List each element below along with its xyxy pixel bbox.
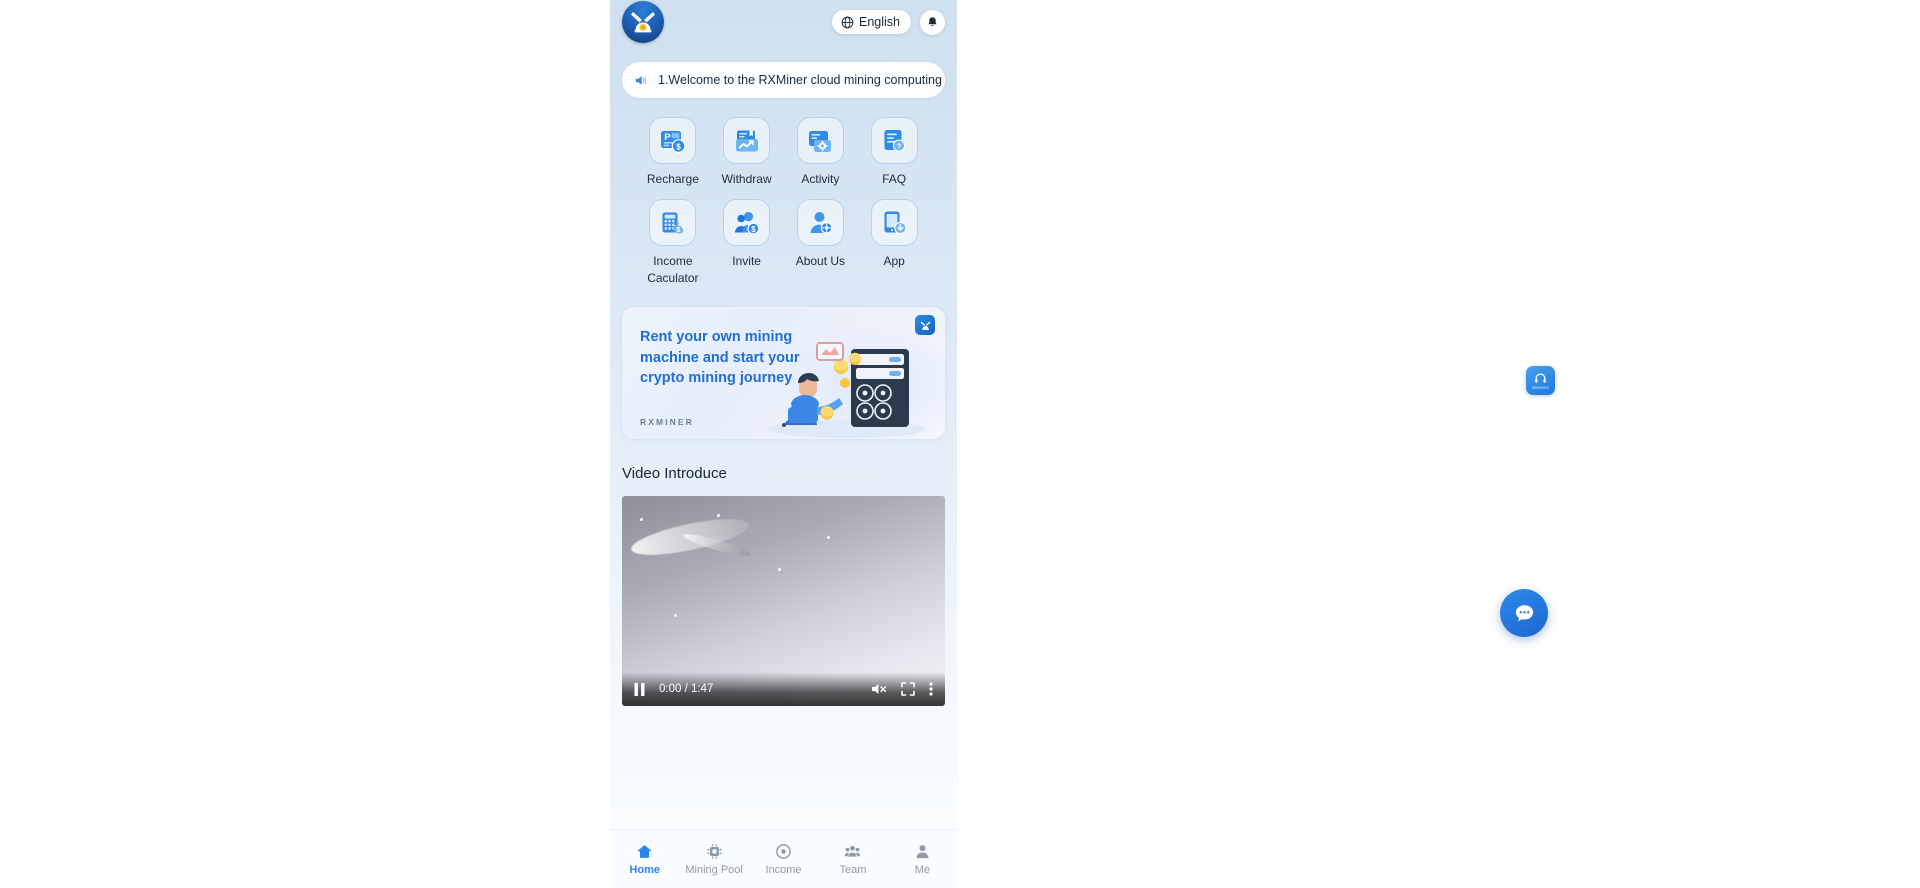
quick-action-label: About Us (795, 254, 846, 269)
announcement-bar[interactable]: 1.Welcome to the RXMiner cloud mining co… (622, 62, 945, 98)
speaker-icon (635, 75, 647, 85)
video-spark (640, 518, 643, 522)
quick-action-tile: $ (723, 199, 771, 247)
mute-button[interactable] (871, 682, 887, 696)
income-circle-icon (776, 843, 791, 859)
fullscreen-button[interactable] (901, 682, 915, 696)
team-people-icon (845, 845, 861, 857)
quick-action-label: Income Caculator (647, 254, 699, 286)
svg-text:?: ? (897, 141, 902, 150)
withdraw-chart-icon (735, 130, 758, 151)
headset-service-icon (1535, 373, 1546, 383)
nav-item-mining-pool[interactable]: Mining Pool (679, 843, 748, 876)
video-spark (827, 536, 830, 540)
video-section-title: Video Introduce (622, 465, 727, 483)
service-floating-label: SERVICE (1531, 385, 1550, 390)
nav-label: Income (765, 863, 802, 876)
video-player[interactable]: 0:00 / 1:47 (622, 496, 945, 707)
quick-action-label: Activity (801, 172, 840, 186)
screenshot-root: English 1.Welcome to the RXMiner cloud m… (0, 0, 1920, 888)
video-spark (674, 614, 677, 618)
activity-gift-icon (809, 130, 832, 152)
quick-action-tile (723, 117, 771, 164)
quick-action-faq[interactable]: ? FAQ (857, 117, 931, 188)
quick-action-label: Recharge (646, 172, 699, 186)
quick-action-tile: $ (649, 199, 697, 247)
nav-item-income[interactable]: Income (749, 843, 818, 876)
mining-rig-illustration (769, 342, 925, 439)
quick-action-recharge[interactable]: P $ Recharge (636, 117, 710, 188)
faq-document-icon: ? (884, 129, 906, 152)
fullscreen-icon (901, 682, 915, 696)
app-header: English (610, 0, 957, 44)
notification-bell-button[interactable] (920, 9, 945, 35)
video-spark (778, 568, 781, 572)
svg-text:$: $ (751, 224, 756, 233)
bottom-navigation: Home Mining Pool Income Team Me (610, 829, 957, 888)
scroll-area[interactable]: English 1.Welcome to the RXMiner cloud m… (610, 0, 957, 829)
nav-label: Me (914, 863, 930, 876)
nav-label: Team (839, 863, 867, 876)
app-logo[interactable] (622, 1, 664, 43)
person-icon (916, 844, 929, 858)
quick-action-income-calculator[interactable]: $ Income Caculator (636, 199, 710, 287)
quick-action-label: Invite (732, 254, 761, 269)
more-options-button[interactable] (929, 682, 933, 696)
muted-volume-icon (872, 684, 887, 695)
nav-item-me[interactable]: Me (888, 843, 957, 876)
svg-text:$: $ (676, 225, 680, 234)
quick-action-tile (796, 199, 844, 247)
quick-action-app[interactable]: App (857, 199, 931, 287)
header-actions: English (832, 9, 945, 35)
video-controls-bar: 0:00 / 1:47 (622, 672, 945, 707)
carousel-dot[interactable] (781, 423, 786, 428)
miner-helmet-logo-icon (631, 12, 655, 33)
language-selector[interactable]: English (832, 10, 911, 34)
promo-banner-brand: RXMINER (640, 417, 694, 428)
svg-text:$: $ (676, 142, 681, 151)
quick-action-tile: P $ (649, 117, 697, 164)
bell-icon (928, 16, 937, 26)
pause-icon (634, 682, 645, 696)
language-label: English (859, 15, 900, 29)
cpu-chip-icon (706, 843, 722, 859)
video-time: 0:00 / 1:47 (659, 683, 714, 696)
about-us-person-icon (810, 211, 833, 234)
nav-label: Mining Pool (685, 863, 743, 876)
quick-action-invite[interactable]: $ Invite (710, 199, 784, 287)
svg-text:P: P (664, 132, 671, 143)
quick-action-tile (796, 117, 844, 164)
recharge-card-dollar-icon: P $ (660, 130, 686, 153)
nav-label: Home (629, 863, 660, 876)
globe-icon (841, 16, 854, 28)
quick-actions-grid: P $ Recharge Withdraw Activity ? FAQ $ I… (636, 117, 931, 287)
chat-floating-button[interactable] (1500, 589, 1548, 637)
nav-item-team[interactable]: Team (818, 843, 887, 876)
mobile-viewport: English 1.Welcome to the RXMiner cloud m… (610, 0, 957, 888)
chat-bubble-icon (1515, 604, 1533, 621)
quick-action-label: FAQ (882, 172, 907, 186)
quick-action-about-us[interactable]: About Us (784, 199, 858, 287)
quick-action-label: App (883, 254, 905, 269)
app-download-icon (884, 211, 907, 234)
quick-action-label: Withdraw (721, 172, 772, 186)
home-icon (637, 844, 652, 858)
promo-banner[interactable]: Rent your own mining machine and start y… (622, 307, 945, 440)
more-vertical-icon (929, 682, 933, 696)
service-floating-button[interactable]: SERVICE (1526, 366, 1555, 395)
calculator-money-icon: $ (662, 212, 683, 234)
play-pause-button[interactable] (634, 682, 645, 696)
invite-people-dollar-icon: $ (734, 211, 760, 235)
quick-action-tile (870, 199, 918, 247)
announcement-text: 1.Welcome to the RXMiner cloud mining co… (658, 73, 945, 87)
video-spark (717, 514, 720, 518)
nav-item-home[interactable]: Home (610, 843, 679, 876)
quick-action-tile: ? (870, 117, 918, 164)
quick-action-withdraw[interactable]: Withdraw (710, 117, 784, 188)
quick-action-activity[interactable]: Activity (784, 117, 858, 188)
